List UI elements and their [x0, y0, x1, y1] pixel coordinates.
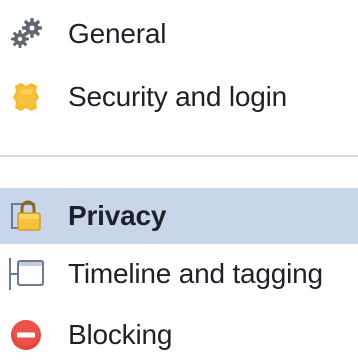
settings-menu: General Security and login Privacy Timel… — [0, 0, 358, 354]
menu-item-general[interactable]: General — [0, 6, 358, 62]
menu-item-timeline-and-tagging[interactable]: Timeline and tagging — [0, 246, 358, 302]
menu-item-privacy[interactable]: Privacy — [0, 188, 358, 244]
blocking-icon — [6, 315, 46, 355]
menu-item-label: Privacy — [68, 200, 167, 231]
menu-item-label: Blocking — [68, 319, 173, 350]
shield-badge-icon — [6, 77, 46, 117]
menu-item-label: Timeline and tagging — [68, 258, 323, 289]
divider — [0, 155, 358, 157]
timeline-icon — [6, 254, 46, 294]
menu-item-blocking[interactable]: Blocking — [0, 307, 358, 363]
lock-icon — [6, 196, 46, 236]
menu-item-label: General — [68, 18, 167, 49]
gears-icon — [6, 14, 46, 54]
menu-item-label: Security and login — [68, 81, 287, 112]
menu-item-security-and-login[interactable]: Security and login — [0, 69, 358, 125]
